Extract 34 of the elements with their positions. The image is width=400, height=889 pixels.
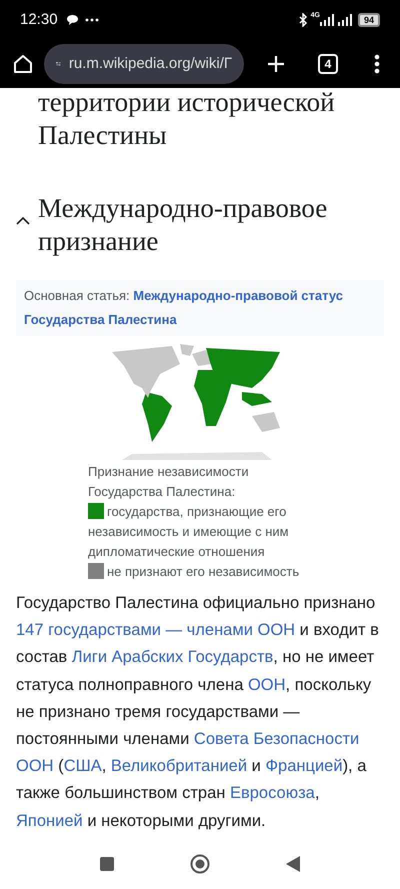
bluetooth-icon: [298, 13, 308, 27]
chat-icon: [66, 14, 79, 26]
article-paragraph: Государство Палестина официально признано 147 государствами — членами ООН и входит в состав Лиги Арабских Государств, но не имеет статуса полноправного члена ООН, поскольку не признано тремя государствами — постоянными членами Совета Безопасности ООН (США, Великобританией и Францией), а также большинством стран Евросоюза, Японией и некоторыми другими.: [16, 593, 380, 832]
home-icon[interactable]: [190, 854, 210, 874]
article-link[interactable]: Международно-правовой статус: [133, 288, 343, 303]
section-heading[interactable]: Международно-правовое признание: [38, 192, 384, 258]
article-link[interactable]: ООН: [248, 676, 286, 694]
tab-switcher-button[interactable]: 4: [318, 54, 338, 74]
hatnote-label: Основная статья:: [24, 288, 130, 303]
menu-icon[interactable]: [374, 54, 380, 74]
article-link[interactable]: 147 государствами — членами ООН: [16, 621, 296, 640]
article-link[interactable]: Японией: [16, 812, 83, 830]
article-link[interactable]: Государства Палестина: [24, 312, 177, 327]
new-tab-icon[interactable]: [266, 54, 286, 74]
section-heading: территории исторической Палестины: [37, 88, 336, 152]
signal-icon: [320, 14, 334, 26]
article-link[interactable]: Великобританией: [110, 757, 248, 776]
article-link[interactable]: Францией: [265, 757, 343, 776]
figure-caption: Признание независимости Государства Палестина:: [88, 463, 250, 501]
article-link[interactable]: Евросоюза: [230, 784, 315, 802]
back-icon[interactable]: [286, 856, 300, 872]
status-time: 12:30: [20, 10, 58, 30]
battery-indicator: 94: [358, 13, 380, 27]
url-text: ru.m.wikipedia.org/wiki/Г: [68, 54, 232, 74]
collapse-chevron-icon[interactable]: [16, 216, 30, 225]
article-link[interactable]: Лиги Арабских Государств: [72, 648, 274, 666]
address-bar[interactable]: ru.m.wikipedia.org/wiki/Г: [44, 44, 244, 84]
legend-label: не признают его независимость: [107, 564, 300, 579]
more-icon: [84, 18, 99, 22]
article-link[interactable]: ООН: [16, 757, 54, 776]
signal-icon: [338, 14, 352, 26]
article-link[interactable]: Совета Безопасности: [194, 730, 360, 748]
home-icon[interactable]: [12, 53, 34, 75]
article-link[interactable]: США: [64, 757, 102, 776]
